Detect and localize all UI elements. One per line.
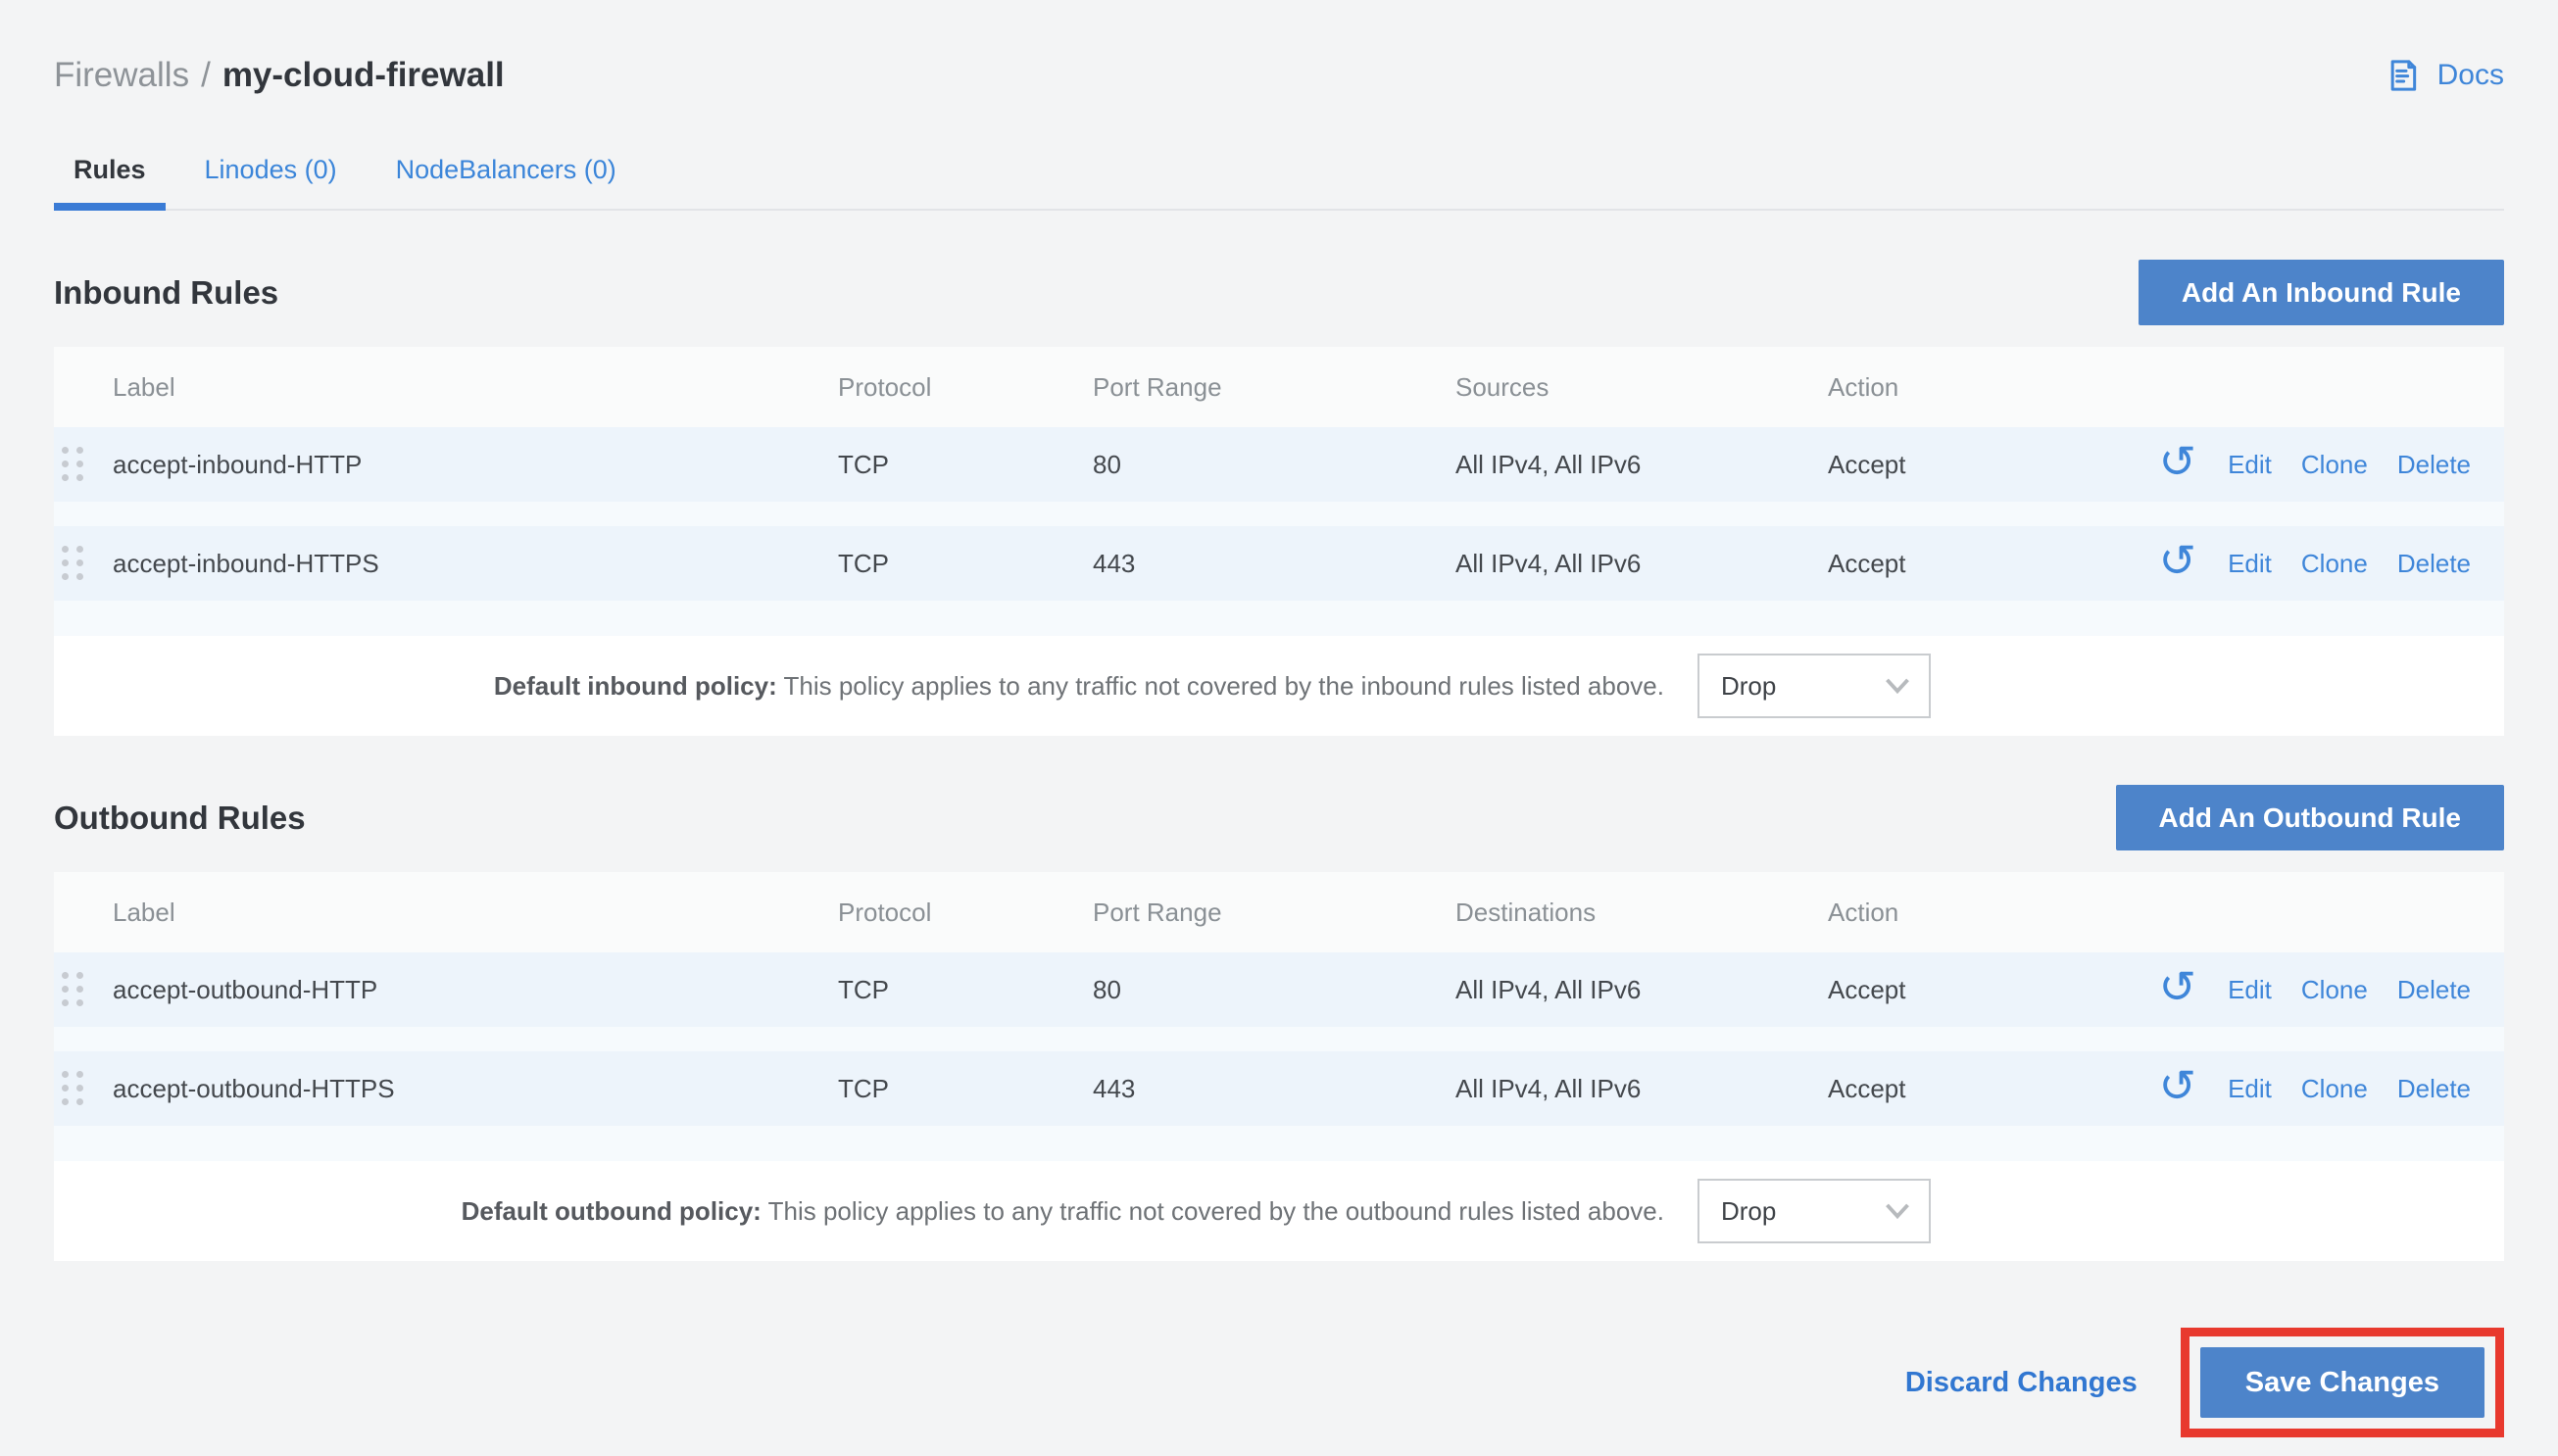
rule-label: accept-inbound-HTTPS	[113, 549, 838, 579]
default-inbound-policy-select[interactable]: Drop	[1697, 654, 1931, 718]
policy-label: Default inbound policy:	[494, 671, 777, 701]
drag-handle-icon[interactable]	[62, 546, 84, 581]
column-header-port-range: Port Range	[1093, 898, 1455, 928]
column-header-action: Action	[1828, 372, 2092, 403]
rule-label: accept-inbound-HTTP	[113, 450, 838, 480]
rule-port-range: 443	[1093, 1074, 1455, 1104]
rule-destinations: All IPv4, All IPv6	[1455, 975, 1828, 1005]
drag-handle-icon[interactable]	[62, 972, 84, 1007]
inbound-table-body: accept-inbound-HTTP TCP 80 All IPv4, All…	[54, 427, 2504, 636]
undo-icon[interactable]: ↺	[2159, 1063, 2197, 1108]
clone-link[interactable]: Clone	[2301, 1074, 2368, 1104]
edit-link[interactable]: Edit	[2228, 450, 2272, 480]
chevron-down-icon	[1884, 677, 1911, 695]
rule-label: accept-outbound-HTTPS	[113, 1074, 838, 1104]
outbound-table-header: Label Protocol Port Range Destinations A…	[54, 872, 2504, 952]
rule-port-range: 80	[1093, 450, 1455, 480]
discard-changes-link[interactable]: Discard Changes	[1905, 1367, 2138, 1399]
form-actions: Discard Changes Save Changes	[54, 1328, 2504, 1437]
column-header-label: Label	[113, 372, 838, 403]
rule-protocol: TCP	[838, 450, 1093, 480]
breadcrumb-separator: /	[201, 56, 211, 94]
rule-protocol: TCP	[838, 1074, 1093, 1104]
breadcrumb: Firewalls / my-cloud-firewall	[54, 51, 505, 100]
table-row: accept-inbound-HTTP TCP 80 All IPv4, All…	[54, 427, 2504, 502]
rule-port-range: 443	[1093, 549, 1455, 579]
annotation-highlight: Save Changes	[2181, 1328, 2504, 1437]
tab-linodes[interactable]: Linodes (0)	[185, 145, 357, 209]
policy-description: This policy applies to any traffic not c…	[777, 671, 1664, 701]
docs-link-label: Docs	[2437, 59, 2504, 92]
rule-sources: All IPv4, All IPv6	[1455, 549, 1828, 579]
chevron-down-icon	[1884, 1202, 1911, 1220]
outbound-table-body: accept-outbound-HTTP TCP 80 All IPv4, Al…	[54, 952, 2504, 1161]
rule-action: Accept	[1828, 975, 2092, 1005]
policy-label: Default outbound policy:	[462, 1196, 762, 1226]
outbound-section-head: Outbound Rules Add An Outbound Rule	[54, 785, 2504, 850]
inbound-rules-title: Inbound Rules	[54, 274, 278, 312]
tab-rules[interactable]: Rules	[54, 145, 166, 211]
rule-action: Accept	[1828, 1074, 2092, 1104]
column-header-label: Label	[113, 898, 838, 928]
undo-icon[interactable]: ↺	[2159, 439, 2197, 484]
rule-destinations: All IPv4, All IPv6	[1455, 1074, 1828, 1104]
selected-policy-value: Drop	[1721, 1196, 1776, 1227]
table-row: accept-inbound-HTTPS TCP 443 All IPv4, A…	[54, 526, 2504, 601]
default-outbound-policy-select[interactable]: Drop	[1697, 1179, 1931, 1243]
drag-handle-icon[interactable]	[62, 447, 84, 482]
selected-policy-value: Drop	[1721, 671, 1776, 702]
edit-link[interactable]: Edit	[2228, 1074, 2272, 1104]
inbound-table-header: Label Protocol Port Range Sources Action	[54, 347, 2504, 427]
default-inbound-policy-row: Default inbound policy: This policy appl…	[54, 636, 2504, 736]
clone-link[interactable]: Clone	[2301, 549, 2368, 579]
delete-link[interactable]: Delete	[2397, 450, 2471, 480]
table-row: accept-outbound-HTTPS TCP 443 All IPv4, …	[54, 1051, 2504, 1126]
clone-link[interactable]: Clone	[2301, 450, 2368, 480]
rule-protocol: TCP	[838, 549, 1093, 579]
default-inbound-policy-text: Default inbound policy: This policy appl…	[494, 671, 1664, 702]
column-header-port-range: Port Range	[1093, 372, 1455, 403]
delete-link[interactable]: Delete	[2397, 549, 2471, 579]
outbound-rules-table: Label Protocol Port Range Destinations A…	[54, 872, 2504, 1261]
firewall-detail-page: Firewalls / my-cloud-firewall Docs Rules L…	[0, 0, 2558, 1456]
column-header-destinations: Destinations	[1455, 898, 1828, 928]
add-inbound-rule-button[interactable]: Add An Inbound Rule	[2139, 260, 2504, 325]
rule-sources: All IPv4, All IPv6	[1455, 450, 1828, 480]
inbound-section-head: Inbound Rules Add An Inbound Rule	[54, 260, 2504, 325]
delete-link[interactable]: Delete	[2397, 975, 2471, 1005]
undo-icon[interactable]: ↺	[2159, 538, 2197, 583]
rule-port-range: 80	[1093, 975, 1455, 1005]
column-header-protocol: Protocol	[838, 898, 1093, 928]
add-outbound-rule-button[interactable]: Add An Outbound Rule	[2116, 785, 2504, 850]
column-header-sources: Sources	[1455, 372, 1828, 403]
tab-bar: Rules Linodes (0) NodeBalancers (0)	[54, 145, 2504, 211]
docs-icon	[2384, 56, 2423, 95]
edit-link[interactable]: Edit	[2228, 975, 2272, 1005]
drag-handle-icon[interactable]	[62, 1071, 84, 1106]
breadcrumb-firewalls-link[interactable]: Firewalls	[54, 56, 189, 94]
tab-nodebalancers[interactable]: NodeBalancers (0)	[376, 145, 636, 209]
rule-protocol: TCP	[838, 975, 1093, 1005]
page-title: my-cloud-firewall	[222, 56, 505, 94]
inbound-rules-table: Label Protocol Port Range Sources Action…	[54, 347, 2504, 736]
policy-description: This policy applies to any traffic not c…	[762, 1196, 1664, 1226]
delete-link[interactable]: Delete	[2397, 1074, 2471, 1104]
column-header-action: Action	[1828, 898, 2092, 928]
undo-icon[interactable]: ↺	[2159, 964, 2197, 1009]
top-bar: Firewalls / my-cloud-firewall Docs	[54, 51, 2504, 100]
rule-label: accept-outbound-HTTP	[113, 975, 838, 1005]
rule-action: Accept	[1828, 549, 2092, 579]
clone-link[interactable]: Clone	[2301, 975, 2368, 1005]
default-outbound-policy-row: Default outbound policy: This policy app…	[54, 1161, 2504, 1261]
inbound-rules-section: Inbound Rules Add An Inbound Rule Label …	[54, 260, 2504, 736]
default-outbound-policy-text: Default outbound policy: This policy app…	[462, 1196, 1664, 1227]
docs-link[interactable]: Docs	[2384, 56, 2504, 95]
outbound-rules-title: Outbound Rules	[54, 800, 306, 837]
save-changes-button[interactable]: Save Changes	[2200, 1347, 2484, 1418]
edit-link[interactable]: Edit	[2228, 549, 2272, 579]
column-header-protocol: Protocol	[838, 372, 1093, 403]
rule-action: Accept	[1828, 450, 2092, 480]
table-row: accept-outbound-HTTP TCP 80 All IPv4, Al…	[54, 952, 2504, 1027]
outbound-rules-section: Outbound Rules Add An Outbound Rule Labe…	[54, 785, 2504, 1261]
